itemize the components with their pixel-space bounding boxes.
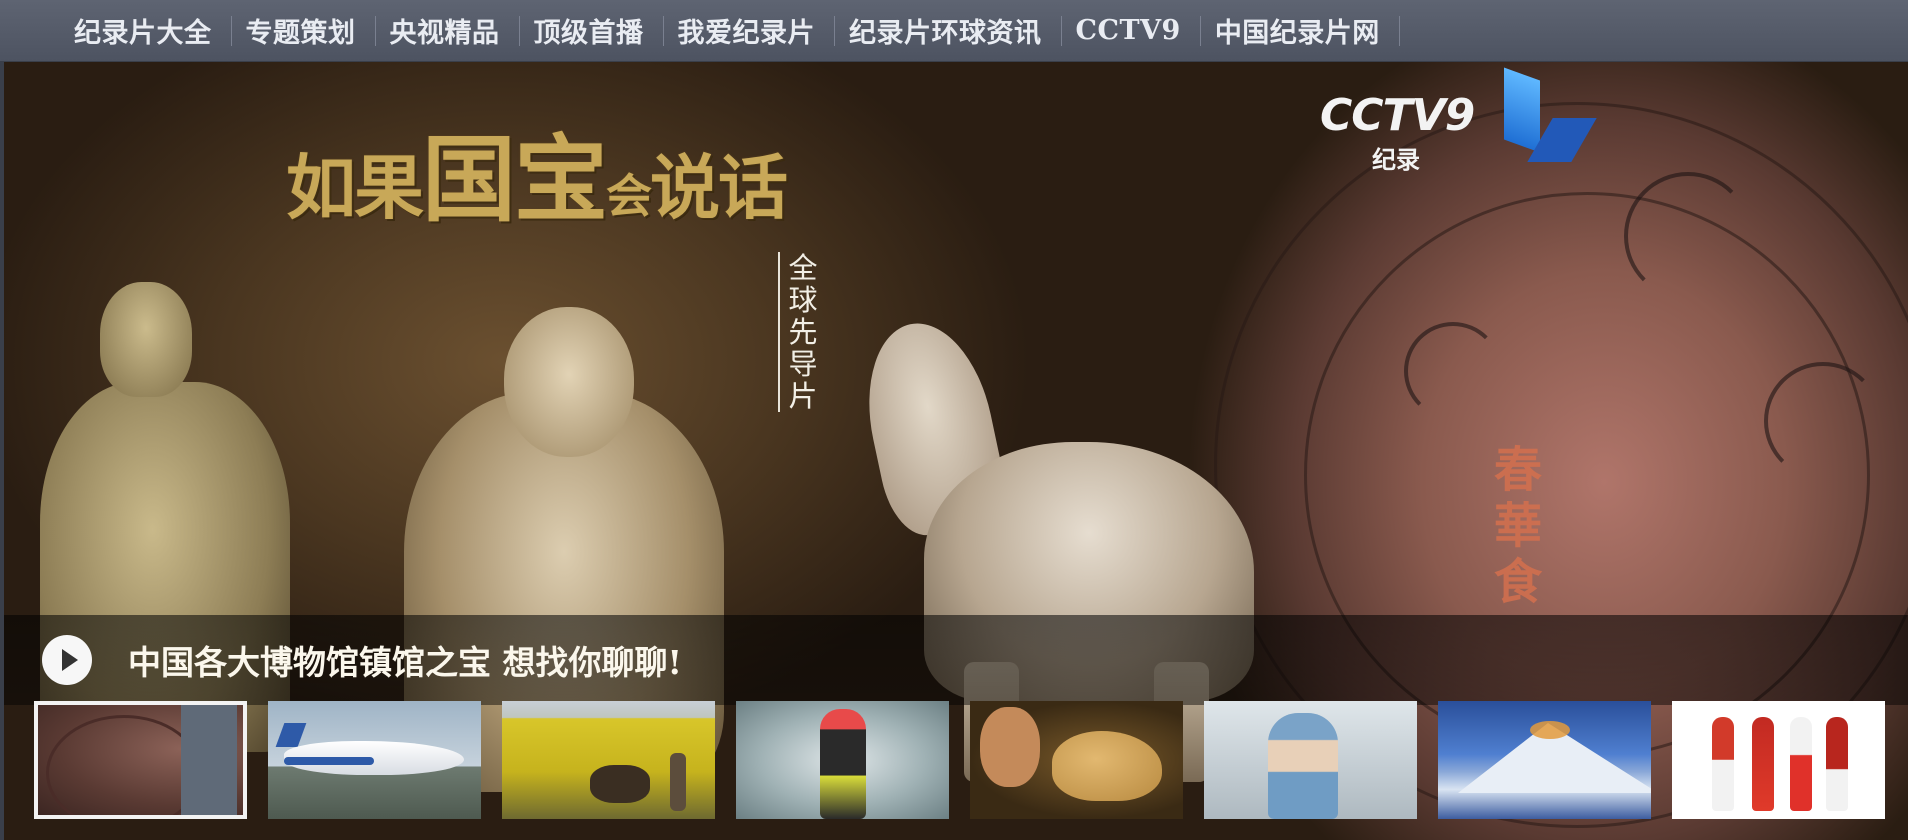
thumbnail-dancers[interactable] bbox=[1672, 701, 1885, 819]
dish-scroll-decoration bbox=[1404, 322, 1502, 420]
nav-item-cctv-selection[interactable]: 央视精品 bbox=[376, 11, 519, 50]
nav-separator bbox=[1398, 15, 1400, 46]
nav-item-global-news[interactable]: 纪录片环球资讯 bbox=[835, 11, 1061, 50]
thumbnail-strip bbox=[34, 701, 1894, 821]
nav-item-i-love-documentary[interactable]: 我爱纪录片 bbox=[664, 11, 835, 50]
cctv9-logo: CCTV9 纪录 bbox=[1320, 67, 1597, 194]
program-title-art: 如果国宝会说话 bbox=[286, 125, 788, 235]
dish-scroll-decoration bbox=[1624, 172, 1752, 300]
nav-item-documentary-all[interactable]: 纪录片大全 bbox=[62, 11, 231, 50]
nav-item-china-documentary-net[interactable]: 中国纪录片网 bbox=[1201, 11, 1399, 50]
nav-item-premieres[interactable]: 顶级首播 bbox=[520, 11, 663, 50]
terracotta-warrior-head bbox=[100, 282, 192, 397]
thumbnail-surgeon[interactable] bbox=[1204, 701, 1417, 819]
pottery-storyteller-head bbox=[504, 307, 634, 457]
top-navigation: 纪录片大全 专题策划 央视精品 顶级首播 我爱纪录片 纪录片环球资讯 CCTV9… bbox=[0, 0, 1908, 62]
thumbnail-everest[interactable] bbox=[1438, 701, 1651, 819]
nav-item-cctv9[interactable]: CCTV9 bbox=[1062, 15, 1200, 46]
hero-caption[interactable]: 中国各大博物馆镇馆之宝 想找你聊聊! bbox=[128, 636, 682, 684]
dish-inscription: 春華食 bbox=[1494, 442, 1543, 610]
program-subtitle: 全球先导片 bbox=[778, 252, 820, 412]
thumbnail-farmer-field[interactable] bbox=[502, 701, 715, 819]
thumbnail-dog[interactable] bbox=[970, 701, 1183, 819]
thumbnail-lacquer-dish[interactable] bbox=[34, 701, 247, 819]
thumbnail-rafter[interactable] bbox=[736, 701, 949, 819]
dish-scroll-decoration bbox=[1764, 362, 1882, 480]
play-icon[interactable] bbox=[42, 635, 92, 685]
nav-item-special-topics[interactable]: 专题策划 bbox=[232, 11, 375, 50]
thumbnail-airplane[interactable] bbox=[268, 701, 481, 819]
